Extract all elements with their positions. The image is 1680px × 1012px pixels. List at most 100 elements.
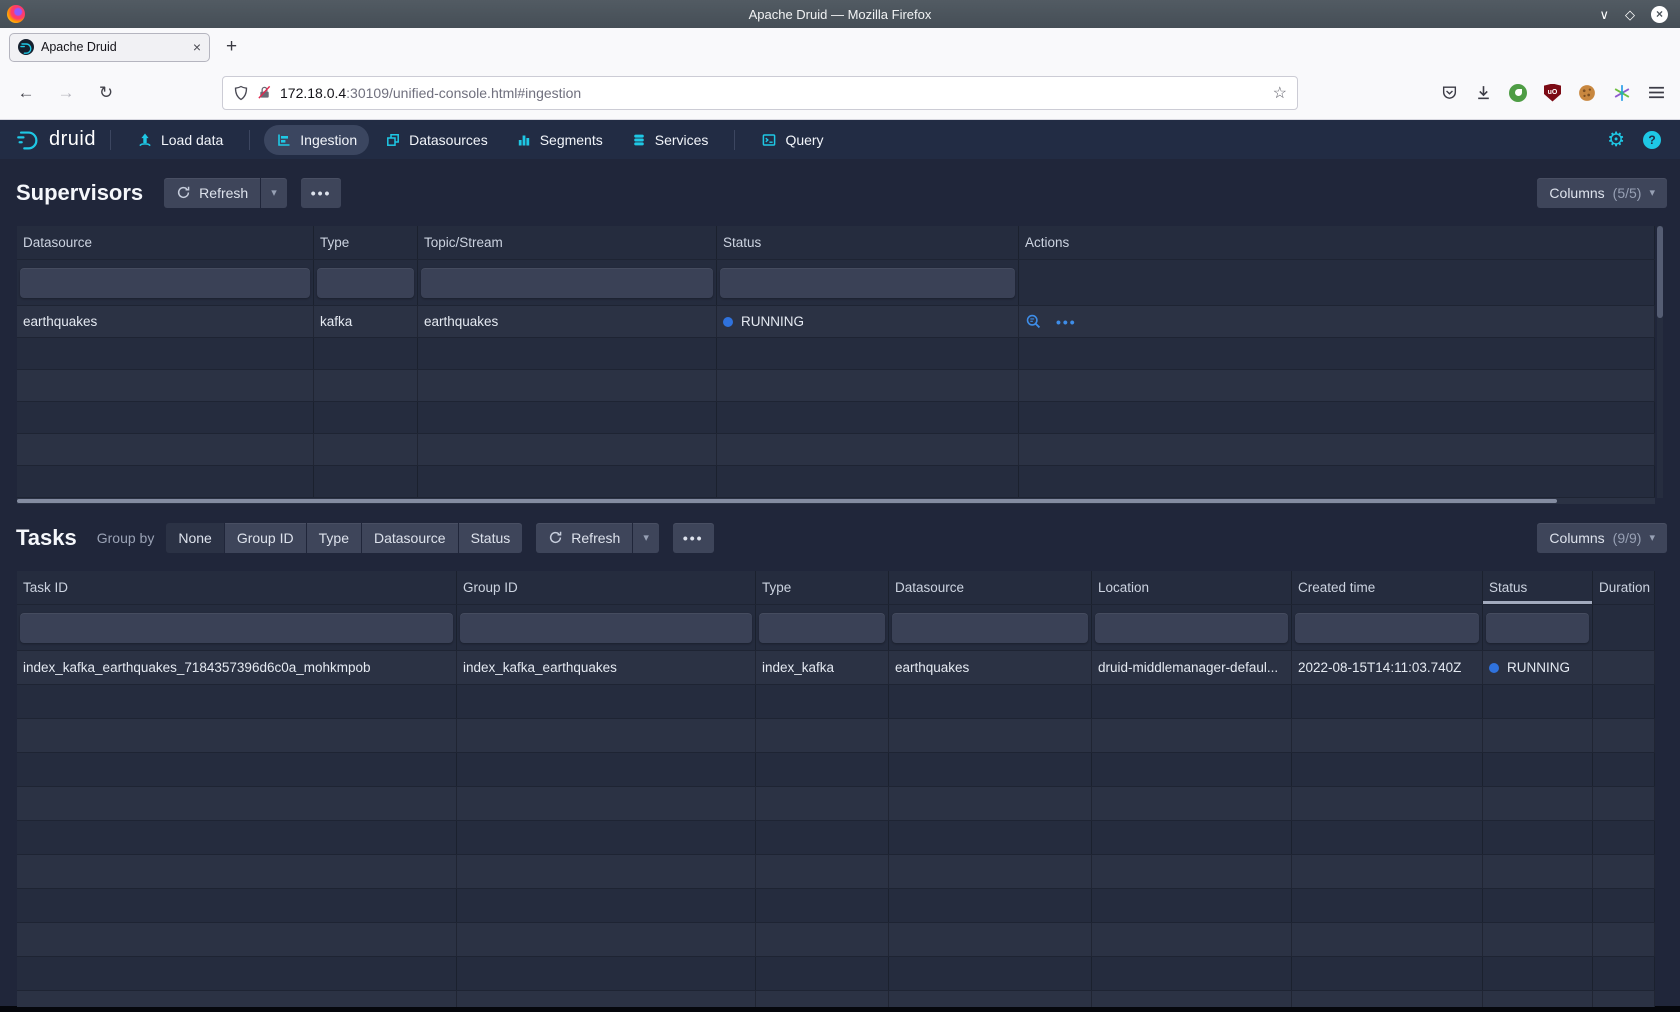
- menu-hamburger-icon[interactable]: [1648, 85, 1665, 100]
- supervisors-filter-type[interactable]: [317, 268, 414, 298]
- tasks-more-button[interactable]: •••: [673, 523, 714, 553]
- firefox-window: Apache Druid — Mozilla Firefox ∨ ◇ × Apa…: [0, 0, 1680, 1006]
- snowflake-extension-icon[interactable]: [1613, 84, 1631, 102]
- nav-item-ingestion[interactable]: Ingestion: [264, 125, 369, 155]
- settings-gear-icon[interactable]: ⚙: [1607, 130, 1625, 150]
- task-row[interactable]: index_kafka_earthquakes_7184357396d6c0a_…: [17, 651, 1655, 685]
- supervisors-refresh-button[interactable]: Refresh: [164, 178, 260, 208]
- tasks-filter-group-id[interactable]: [460, 613, 752, 643]
- cookie-extension-icon[interactable]: [1578, 84, 1596, 102]
- refresh-label: Refresh: [571, 530, 620, 546]
- ublock-origin-icon[interactable]: uO: [1544, 84, 1561, 102]
- tracking-shield-icon[interactable]: [233, 85, 249, 101]
- column-header-topic-stream[interactable]: Topic/Stream: [418, 226, 717, 259]
- column-header-task-id[interactable]: Task ID: [17, 571, 457, 604]
- privacy-extension-icon[interactable]: [1509, 84, 1527, 102]
- row-more-actions-icon[interactable]: •••: [1056, 314, 1077, 330]
- columns-label: Columns: [1549, 530, 1604, 546]
- tasks-filter-task-id[interactable]: [20, 613, 453, 643]
- tasks-filter-type[interactable]: [759, 613, 885, 643]
- supervisors-filter-status[interactable]: [720, 268, 1015, 298]
- table-cell-empty: [457, 889, 756, 922]
- nav-item-datasources[interactable]: Datasources: [373, 125, 500, 155]
- magnifier-detail-icon[interactable]: [1025, 313, 1042, 330]
- tab-close-icon[interactable]: ×: [193, 39, 201, 55]
- insecure-lock-icon[interactable]: [257, 85, 272, 100]
- column-header-type[interactable]: Type: [314, 226, 418, 259]
- group-by-datasource-button[interactable]: Datasource: [362, 523, 458, 553]
- window-maximize-button[interactable]: ◇: [1625, 8, 1635, 21]
- column-header-location[interactable]: Location: [1092, 571, 1292, 604]
- group-by-group-id-button[interactable]: Group ID: [225, 523, 306, 553]
- supervisors-columns-button[interactable]: Columns (5/5) ▾: [1537, 178, 1667, 208]
- tasks-filter-created-time[interactable]: [1295, 613, 1479, 643]
- column-header-duration[interactable]: Duration: [1593, 571, 1655, 604]
- tasks-filter-location[interactable]: [1095, 613, 1288, 643]
- table-row-empty: [17, 338, 1655, 370]
- nav-item-services[interactable]: Services: [619, 125, 721, 155]
- supervisors-filter-datasource[interactable]: [20, 268, 310, 298]
- table-cell-empty: [418, 466, 717, 497]
- supervisor-row[interactable]: earthquakes kafka earthquakes RUNNING ••…: [17, 306, 1655, 338]
- column-header-created-time[interactable]: Created time: [1292, 571, 1483, 604]
- window-minimize-button[interactable]: ∨: [1599, 8, 1609, 21]
- column-header-group-id[interactable]: Group ID: [457, 571, 756, 604]
- refresh-icon: [176, 185, 191, 200]
- table-cell-empty: [1483, 753, 1593, 786]
- pocket-icon[interactable]: [1441, 84, 1458, 101]
- supervisors-refresh-caret-button[interactable]: ▾: [261, 178, 287, 208]
- forward-button[interactable]: →: [54, 83, 78, 103]
- nav-item-load-data[interactable]: Load data: [125, 125, 235, 155]
- group-by-status-button[interactable]: Status: [459, 523, 523, 553]
- table-cell-empty: [889, 787, 1092, 820]
- druid-logo[interactable]: druid: [15, 127, 96, 153]
- help-icon[interactable]: ?: [1643, 131, 1661, 149]
- column-header-type[interactable]: Type: [756, 571, 889, 604]
- column-header-status[interactable]: Status: [717, 226, 1019, 259]
- table-cell-empty: [1483, 787, 1593, 820]
- table-cell-empty: [1092, 855, 1292, 888]
- new-tab-button[interactable]: +: [226, 36, 237, 58]
- nav-item-query[interactable]: Query: [749, 125, 835, 155]
- table-cell-empty: [1483, 685, 1593, 718]
- table-row-empty: [17, 991, 1655, 1007]
- url-text[interactable]: 172.18.0.4:30109/unified-console.html#in…: [280, 85, 1265, 101]
- table-row-empty: [17, 957, 1655, 991]
- table-cell-empty: [756, 787, 889, 820]
- group-by-type-button[interactable]: Type: [307, 523, 361, 553]
- tasks-refresh-caret-button[interactable]: ▾: [633, 523, 659, 553]
- column-header-status-sorted[interactable]: Status: [1483, 571, 1593, 604]
- downloads-icon[interactable]: [1475, 84, 1492, 101]
- table-cell-empty: [1593, 889, 1655, 922]
- window-close-button[interactable]: ×: [1651, 6, 1668, 23]
- nav-item-segments[interactable]: Segments: [504, 125, 615, 155]
- column-header-datasource[interactable]: Datasource: [17, 226, 314, 259]
- navbar-divider: [249, 130, 250, 150]
- tasks-refresh-button[interactable]: Refresh: [536, 523, 632, 553]
- supervisors-vertical-scrollbar[interactable]: [1657, 226, 1663, 498]
- supervisors-horizontal-scrollbar[interactable]: [17, 498, 1655, 504]
- supervisors-more-button[interactable]: •••: [301, 178, 342, 208]
- group-by-none-button[interactable]: None: [166, 523, 223, 553]
- supervisors-title: Supervisors: [16, 180, 143, 206]
- bookmark-star-icon[interactable]: ☆: [1273, 83, 1287, 103]
- reload-button[interactable]: ↻: [94, 83, 118, 103]
- table-cell-empty: [1019, 466, 1655, 497]
- url-bar[interactable]: 172.18.0.4:30109/unified-console.html#in…: [222, 76, 1298, 110]
- back-button[interactable]: ←: [14, 83, 38, 103]
- table-cell-empty: [1019, 402, 1655, 433]
- supervisors-filter-topic-stream[interactable]: [421, 268, 713, 298]
- tasks-table: Task ID Group ID Type Datasource Locatio…: [17, 571, 1655, 1007]
- browser-tab-apache-druid[interactable]: Apache Druid ×: [9, 33, 210, 62]
- table-cell-empty: [1593, 787, 1655, 820]
- table-cell-empty: [1092, 685, 1292, 718]
- tasks-filter-datasource[interactable]: [892, 613, 1088, 643]
- table-cell-empty: [17, 991, 457, 1007]
- column-header-datasource[interactable]: Datasource: [889, 571, 1092, 604]
- tasks-columns-button[interactable]: Columns (9/9) ▾: [1537, 523, 1667, 553]
- nav-item-label: Services: [655, 132, 709, 148]
- columns-label: Columns: [1549, 185, 1604, 201]
- column-header-actions[interactable]: Actions: [1019, 226, 1655, 259]
- table-cell-empty: [17, 787, 457, 820]
- tasks-filter-status[interactable]: [1486, 613, 1589, 643]
